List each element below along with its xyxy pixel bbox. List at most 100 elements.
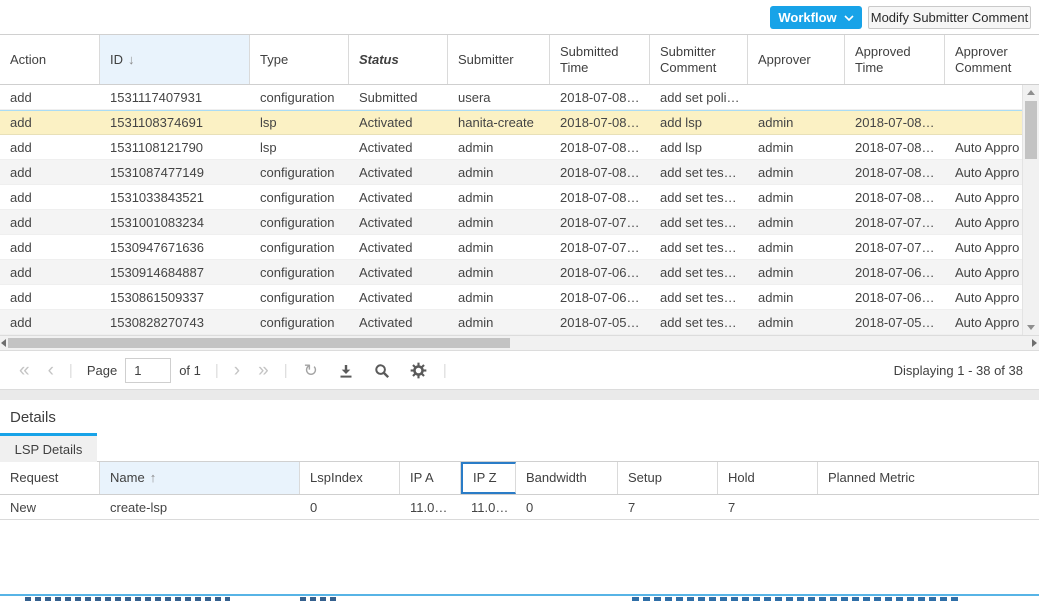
settings-button[interactable] xyxy=(400,362,437,379)
table-row[interactable]: add1531108121790lspActivatedadmin2018-07… xyxy=(0,135,1039,160)
refresh-button[interactable]: ↻ xyxy=(294,362,328,379)
table-cell: admin xyxy=(448,315,550,330)
horizontal-scrollbar-thumb[interactable] xyxy=(8,338,510,348)
vertical-scrollbar-thumb[interactable] xyxy=(1025,101,1037,159)
table-cell: 0 xyxy=(516,500,618,515)
column-label: Action xyxy=(10,52,46,68)
table-cell: admin xyxy=(748,140,845,155)
column-header-type[interactable]: Type xyxy=(250,35,349,84)
table-cell: add xyxy=(0,165,100,180)
vertical-scrollbar[interactable] xyxy=(1022,85,1039,335)
table-row[interactable]: add1530828270743configurationActivatedad… xyxy=(0,310,1039,335)
table-cell: admin xyxy=(748,115,845,130)
table-cell: usera xyxy=(448,90,550,105)
column-header-approver[interactable]: Approver xyxy=(748,35,845,84)
horizontal-scrollbar[interactable] xyxy=(0,335,1039,351)
scroll-left-icon[interactable] xyxy=(1,339,6,347)
table-row[interactable]: add1530861509337configurationActivatedad… xyxy=(0,285,1039,310)
table-row[interactable]: Newcreate-lsp011.0…11.0…077 xyxy=(0,495,1039,520)
column-label: Name xyxy=(110,470,145,486)
table-row[interactable]: add1531087477149configurationActivatedad… xyxy=(0,160,1039,185)
first-page-button[interactable]: « xyxy=(10,361,39,380)
table-cell: configuration xyxy=(250,190,349,205)
table-cell: admin xyxy=(748,290,845,305)
table-row[interactable]: add1531117407931configurationSubmittedus… xyxy=(0,85,1039,110)
table-cell: add lsp xyxy=(650,140,748,155)
table-cell: 7 xyxy=(718,500,818,515)
column-header-status[interactable]: Status xyxy=(349,35,448,84)
table-cell: admin xyxy=(748,190,845,205)
column-header-ip-a[interactable]: IP A xyxy=(400,462,461,494)
table-row[interactable]: add1530914684887configurationActivatedad… xyxy=(0,260,1039,285)
displaying-count: Displaying 1 - 38 of 38 xyxy=(894,363,1029,378)
table-cell: 11.0… xyxy=(400,500,461,515)
column-header-action[interactable]: Action xyxy=(0,35,100,84)
next-page-button[interactable]: › xyxy=(225,361,249,380)
table-cell: add xyxy=(0,215,100,230)
toolbar-separator: | xyxy=(443,362,447,379)
table-cell: 2018-07-05… xyxy=(550,315,650,330)
column-header-lspindex[interactable]: LspIndex xyxy=(300,462,400,494)
column-label: LspIndex xyxy=(310,470,363,486)
table-cell: 1531108374691 xyxy=(100,115,250,130)
download-button[interactable] xyxy=(328,363,364,379)
column-header-approved-time[interactable]: Approved Time xyxy=(845,35,945,84)
table-cell: add set poli… xyxy=(650,90,748,105)
table-cell: 0 xyxy=(300,500,400,515)
column-header-planned-metric[interactable]: Planned Metric xyxy=(818,462,1039,494)
details-grid-header: Request Name↑ LspIndex IP A IP Z BandwidthSet… xyxy=(0,462,1039,495)
gear-icon xyxy=(410,362,427,379)
last-page-button[interactable]: » xyxy=(249,361,278,380)
column-header-request[interactable]: Request xyxy=(0,462,100,494)
column-header-submitted-time[interactable]: Submitted Time xyxy=(550,35,650,84)
column-header-hold[interactable]: Hold xyxy=(718,462,818,494)
table-cell: Activated xyxy=(349,315,448,330)
table-cell: 2018-07-08… xyxy=(550,140,650,155)
scroll-right-icon[interactable] xyxy=(1032,339,1037,347)
column-header-submitter-comment[interactable]: Submitter Comment xyxy=(650,35,748,84)
table-cell: add set tes… xyxy=(650,240,748,255)
table-cell: add set tes… xyxy=(650,190,748,205)
column-header-id[interactable]: ID↓ xyxy=(100,35,250,84)
column-header-setup[interactable]: Setup xyxy=(618,462,718,494)
details-panel: Details LSP Details RequestName↑LspIndex… xyxy=(0,400,1039,601)
scroll-up-icon[interactable] xyxy=(1027,90,1035,95)
column-header-submitter[interactable]: Submitter xyxy=(448,35,550,84)
table-cell: configuration xyxy=(250,90,349,105)
table-row[interactable]: add1530947671636configurationActivatedad… xyxy=(0,235,1039,260)
search-button[interactable] xyxy=(364,363,400,379)
table-cell: 2018-07-06… xyxy=(845,290,945,305)
workflow-button[interactable]: Workflow xyxy=(770,6,862,29)
table-row[interactable]: add1531108374691lspActivatedhanita-creat… xyxy=(0,110,1039,135)
table-cell: 2018-07-08… xyxy=(550,90,650,105)
table-cell: admin xyxy=(448,165,550,180)
tab-lsp-details[interactable]: LSP Details xyxy=(0,433,97,462)
column-label: Submitter xyxy=(458,52,514,68)
table-cell: 2018-07-05… xyxy=(845,315,945,330)
modify-submitter-comment-button[interactable]: Modify Submitter Comment xyxy=(868,6,1031,29)
table-cell: admin xyxy=(748,315,845,330)
prev-page-button[interactable]: ‹ xyxy=(39,361,63,380)
table-cell: 2018-07-07… xyxy=(845,215,945,230)
column-header-bandwidth[interactable]: Bandwidth xyxy=(516,462,618,494)
table-cell: 2018-07-08… xyxy=(845,115,945,130)
page-input[interactable] xyxy=(125,358,171,383)
column-label: Request xyxy=(10,470,58,486)
scroll-down-icon[interactable] xyxy=(1027,325,1035,330)
table-cell: 11.0… xyxy=(461,500,516,515)
column-header-ip-z[interactable]: IP Z xyxy=(461,462,516,494)
column-header-approver-comment[interactable]: Approver Comment xyxy=(945,35,1039,84)
table-cell: 1531108121790 xyxy=(100,140,250,155)
column-label: ID xyxy=(110,52,123,68)
table-cell: 2018-07-08… xyxy=(550,190,650,205)
table-cell: add set tes… xyxy=(650,165,748,180)
table-row[interactable]: add1531033843521configurationActivatedad… xyxy=(0,185,1039,210)
column-label: Hold xyxy=(728,470,755,486)
table-cell: add xyxy=(0,90,100,105)
column-label: IP Z xyxy=(473,470,497,486)
table-row[interactable]: add1531001083234configurationActivatedad… xyxy=(0,210,1039,235)
column-header-name[interactable]: Name↑ xyxy=(100,462,300,494)
table-cell: 7 xyxy=(618,500,718,515)
table-cell: add xyxy=(0,190,100,205)
table-cell: Activated xyxy=(349,215,448,230)
